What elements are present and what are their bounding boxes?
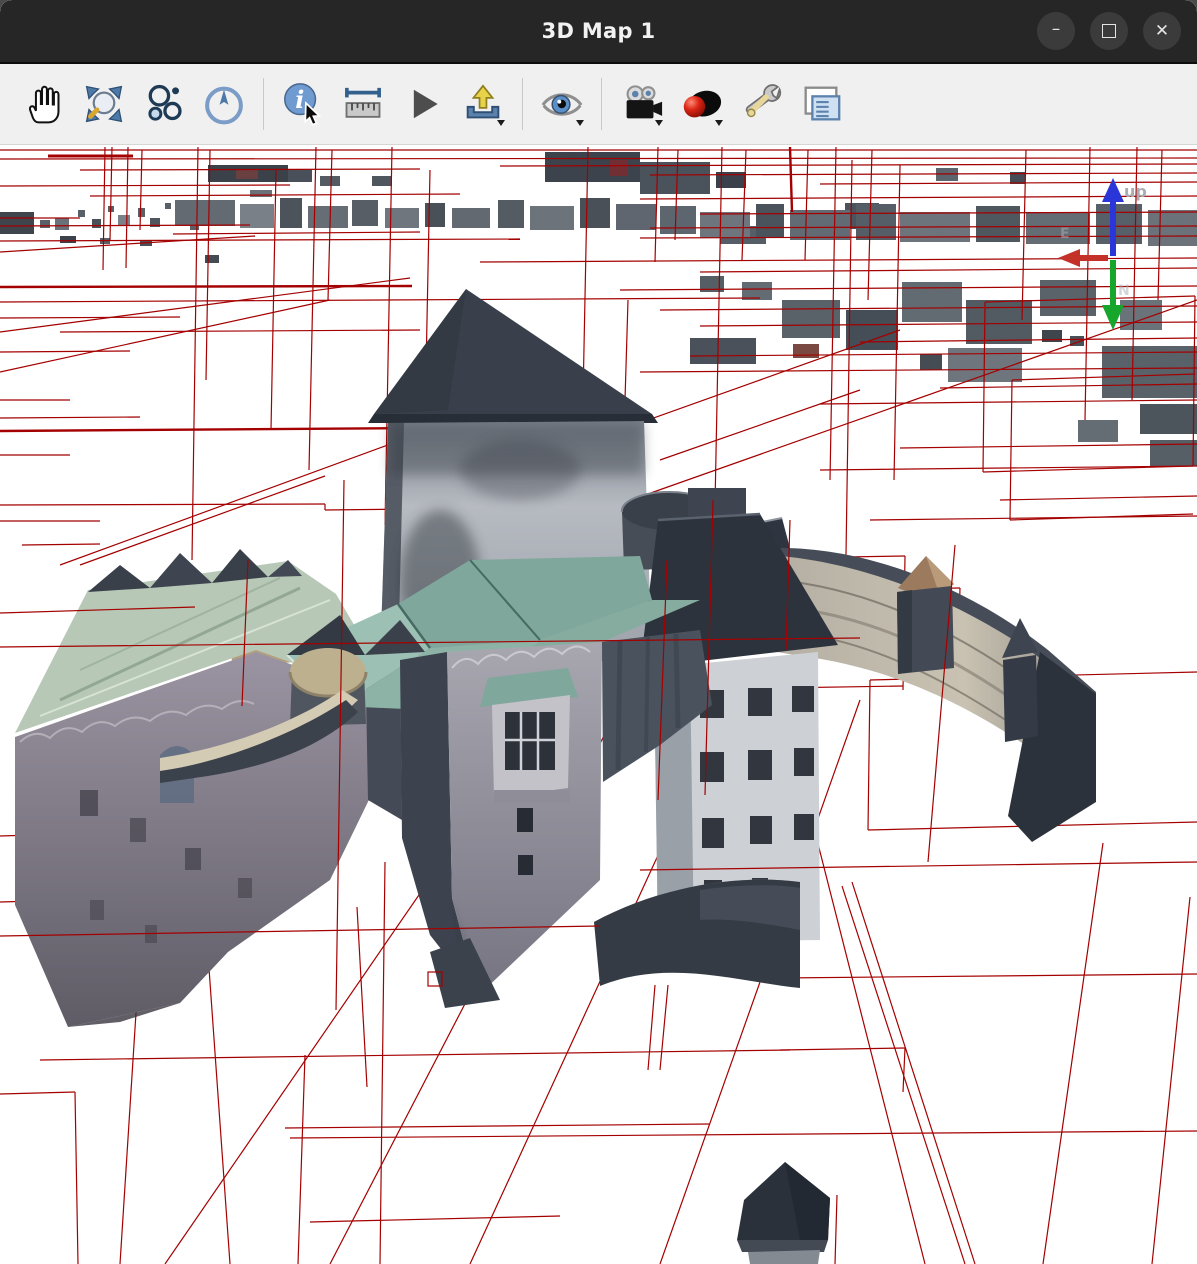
- maximize-button[interactable]: [1090, 12, 1128, 50]
- identify-info-cursor-icon: i: [280, 81, 326, 127]
- navigation-circles-icon: [142, 82, 186, 126]
- measure-button[interactable]: [338, 76, 388, 132]
- pan-hand-icon: [22, 82, 66, 126]
- play-icon: [401, 82, 445, 126]
- zoom-full-icon: [82, 82, 126, 126]
- wrench-icon: [738, 81, 784, 127]
- dock-window-icon: [798, 81, 844, 127]
- titlebar[interactable]: 3D Map 1 – ✕: [0, 0, 1197, 64]
- app-window: 3D Map 1 – ✕: [0, 0, 1197, 1264]
- effects-button[interactable]: [676, 76, 726, 132]
- axis-east-label: E: [1060, 226, 1070, 242]
- castle-3d-model: [15, 289, 1096, 1264]
- toolbar-separator: [263, 78, 264, 130]
- svg-text:i: i: [295, 86, 304, 114]
- dropdown-arrow-icon: [715, 120, 723, 126]
- compass-north-button[interactable]: [199, 76, 249, 132]
- identify-button[interactable]: i: [278, 76, 328, 132]
- maximize-icon: [1102, 24, 1116, 38]
- minimize-button[interactable]: –: [1037, 12, 1075, 50]
- toolbar-separator: [522, 78, 523, 130]
- compass-north-icon: [202, 82, 246, 126]
- toolbar-separator: [601, 78, 602, 130]
- view-eye-button[interactable]: [537, 76, 587, 132]
- dropdown-arrow-icon: [576, 120, 584, 126]
- axis-north-label: N: [1118, 283, 1130, 299]
- navigation-circles-button[interactable]: [139, 76, 189, 132]
- axis-up-label: up: [1124, 182, 1147, 201]
- measure-ruler-icon: [341, 82, 385, 126]
- toolbar: i: [0, 64, 1197, 145]
- zoom-full-extent-button[interactable]: [79, 76, 129, 132]
- window-title: 3D Map 1: [542, 19, 656, 43]
- 3d-scene: E up N: [0, 145, 1197, 1264]
- 3d-map-viewport[interactable]: E up N: [0, 145, 1197, 1264]
- camera-pan-tool-button[interactable]: [19, 76, 69, 132]
- play-animation-button[interactable]: [398, 76, 448, 132]
- dock-window-button[interactable]: [796, 76, 846, 132]
- configure-button[interactable]: [736, 76, 786, 132]
- front-bastion: [400, 642, 602, 996]
- bottom-tower: [737, 1162, 830, 1264]
- camera-recorder-button[interactable]: [616, 76, 666, 132]
- dropdown-arrow-icon: [655, 120, 663, 126]
- window-controls: – ✕: [1037, 0, 1181, 62]
- export-scene-button[interactable]: [458, 76, 508, 132]
- close-button[interactable]: ✕: [1143, 12, 1181, 50]
- dropdown-arrow-icon: [497, 120, 505, 126]
